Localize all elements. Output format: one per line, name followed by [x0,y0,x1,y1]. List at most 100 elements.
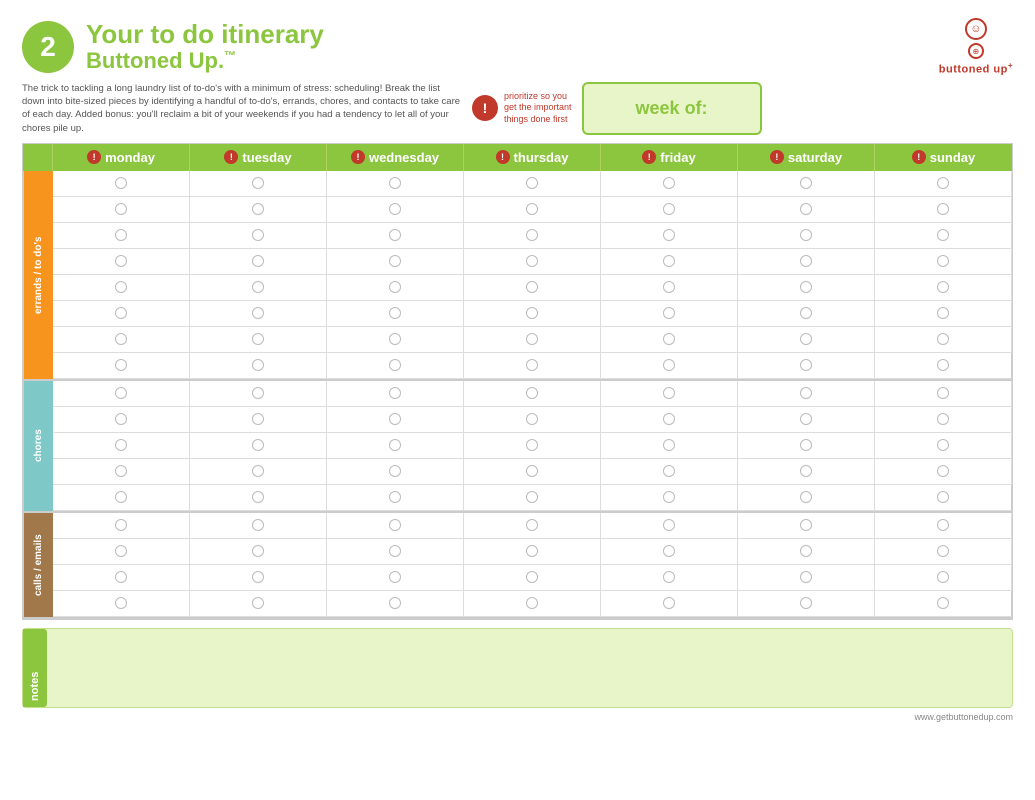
table-cell[interactable] [327,197,464,223]
checkbox[interactable] [252,387,264,399]
table-cell[interactable] [464,327,601,353]
checkbox[interactable] [526,491,538,503]
table-cell[interactable] [738,485,875,511]
checkbox[interactable] [115,439,127,451]
table-cell[interactable] [53,353,190,379]
checkbox[interactable] [663,333,675,345]
checkbox[interactable] [800,177,812,189]
table-cell[interactable] [327,485,464,511]
table-cell[interactable] [738,171,875,197]
table-cell[interactable] [738,197,875,223]
checkbox[interactable] [937,229,949,241]
table-cell[interactable] [464,223,601,249]
table-cell[interactable] [738,249,875,275]
checkbox[interactable] [252,597,264,609]
checkbox[interactable] [115,333,127,345]
checkbox[interactable] [526,519,538,531]
checkbox[interactable] [389,519,401,531]
table-cell[interactable] [875,353,1012,379]
checkbox[interactable] [800,203,812,215]
checkbox[interactable] [663,307,675,319]
checkbox[interactable] [663,413,675,425]
table-cell[interactable] [464,249,601,275]
checkbox[interactable] [389,229,401,241]
table-cell[interactable] [190,565,327,591]
checkbox[interactable] [663,439,675,451]
table-cell[interactable] [601,327,738,353]
table-cell[interactable] [464,539,601,565]
checkbox[interactable] [663,597,675,609]
checkbox[interactable] [800,333,812,345]
checkbox[interactable] [937,359,949,371]
checkbox[interactable] [937,203,949,215]
table-cell[interactable] [327,381,464,407]
checkbox[interactable] [115,545,127,557]
checkbox[interactable] [526,203,538,215]
checkbox[interactable] [663,281,675,293]
table-cell[interactable] [327,513,464,539]
checkbox[interactable] [389,413,401,425]
checkbox[interactable] [937,439,949,451]
checkbox[interactable] [526,387,538,399]
checkbox[interactable] [115,177,127,189]
table-cell[interactable] [875,591,1012,617]
checkbox[interactable] [252,439,264,451]
checkbox[interactable] [663,229,675,241]
checkbox[interactable] [252,333,264,345]
table-cell[interactable] [53,565,190,591]
table-cell[interactable] [738,275,875,301]
table-cell[interactable] [53,275,190,301]
checkbox[interactable] [937,465,949,477]
checkbox[interactable] [115,359,127,371]
checkbox[interactable] [115,519,127,531]
table-cell[interactable] [601,565,738,591]
checkbox[interactable] [800,387,812,399]
table-cell[interactable] [327,223,464,249]
checkbox[interactable] [663,255,675,267]
checkbox[interactable] [115,281,127,293]
checkbox[interactable] [389,359,401,371]
checkbox[interactable] [252,465,264,477]
table-cell[interactable] [738,565,875,591]
table-cell[interactable] [464,353,601,379]
checkbox[interactable] [663,177,675,189]
table-cell[interactable] [875,407,1012,433]
table-cell[interactable] [738,223,875,249]
checkbox[interactable] [115,307,127,319]
checkbox[interactable] [115,597,127,609]
table-cell[interactable] [875,249,1012,275]
table-cell[interactable] [190,591,327,617]
checkbox[interactable] [389,255,401,267]
checkbox[interactable] [252,545,264,557]
table-cell[interactable] [875,459,1012,485]
table-cell[interactable] [738,433,875,459]
notes-content[interactable] [47,629,1012,707]
table-cell[interactable] [601,591,738,617]
table-cell[interactable] [738,327,875,353]
week-of-box[interactable]: week of: [582,82,762,135]
table-cell[interactable] [601,275,738,301]
table-cell[interactable] [875,381,1012,407]
checkbox[interactable] [526,465,538,477]
table-cell[interactable] [601,249,738,275]
table-cell[interactable] [601,353,738,379]
table-cell[interactable] [327,249,464,275]
table-cell[interactable] [327,407,464,433]
checkbox[interactable] [115,491,127,503]
table-cell[interactable] [53,381,190,407]
table-cell[interactable] [327,459,464,485]
table-cell[interactable] [190,301,327,327]
table-cell[interactable] [190,485,327,511]
checkbox[interactable] [115,465,127,477]
checkbox[interactable] [663,491,675,503]
table-cell[interactable] [190,171,327,197]
checkbox[interactable] [800,359,812,371]
table-cell[interactable] [875,513,1012,539]
table-cell[interactable] [327,433,464,459]
table-cell[interactable] [738,459,875,485]
table-cell[interactable] [190,223,327,249]
table-cell[interactable] [190,353,327,379]
checkbox[interactable] [800,571,812,583]
checkbox[interactable] [389,597,401,609]
checkbox[interactable] [663,203,675,215]
